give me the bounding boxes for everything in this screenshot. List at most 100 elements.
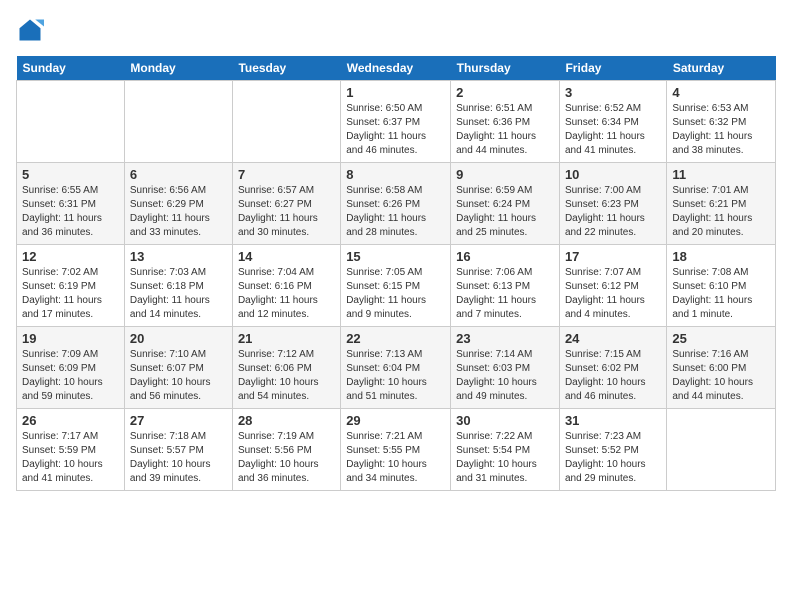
calendar-day-header: Thursday [451,56,560,81]
calendar-cell: 17 Sunrise: 7:07 AM Sunset: 6:12 PM Dayli… [559,245,666,327]
day-info: Sunrise: 7:23 AM Sunset: 5:52 PM Dayligh… [565,430,661,486]
calendar-cell: 23 Sunrise: 7:14 AM Sunset: 6:03 PM Dayli… [451,327,560,409]
day-info: Sunrise: 6:58 AM Sunset: 6:26 PM Dayligh… [346,184,445,240]
day-info: Sunrise: 7:00 AM Sunset: 6:23 PM Dayligh… [565,184,661,240]
calendar-cell: 7 Sunrise: 6:57 AM Sunset: 6:27 PM Daylig… [232,163,340,245]
calendar-cell: 3 Sunrise: 6:52 AM Sunset: 6:34 PM Daylig… [559,81,666,163]
calendar-cell: 1 Sunrise: 6:50 AM Sunset: 6:37 PM Daylig… [341,81,451,163]
calendar-cell: 19Sunrise: 7:09 AM Sunset: 6:09 PM Dayli… [17,327,125,409]
calendar-week-row: 5 Sunrise: 6:55 AM Sunset: 6:31 PM Daylig… [17,163,776,245]
day-info: Sunrise: 7:09 AM Sunset: 6:09 PM Dayligh… [22,348,119,404]
day-info: Sunrise: 6:56 AM Sunset: 6:29 PM Dayligh… [130,184,227,240]
calendar-cell: 18Sunrise: 7:08 AM Sunset: 6:10 PM Dayli… [667,245,776,327]
calendar-cell: 10 Sunrise: 7:00 AM Sunset: 6:23 PM Dayli… [559,163,666,245]
day-number: 21 [238,331,335,346]
day-number: 25 [672,331,770,346]
day-number: 28 [238,413,335,428]
day-info: Sunrise: 7:22 AM Sunset: 5:54 PM Dayligh… [456,430,554,486]
calendar-cell: 31 Sunrise: 7:23 AM Sunset: 5:52 PM Dayli… [559,409,666,491]
day-number: 4 [672,85,770,100]
header [16,16,776,44]
day-number: 23 [456,331,554,346]
day-info: Sunrise: 6:59 AM Sunset: 6:24 PM Dayligh… [456,184,554,240]
day-info: Sunrise: 7:19 AM Sunset: 5:56 PM Dayligh… [238,430,335,486]
day-info: Sunrise: 7:15 AM Sunset: 6:02 PM Dayligh… [565,348,661,404]
day-info: Sunrise: 7:06 AM Sunset: 6:13 PM Dayligh… [456,266,554,322]
day-number: 11 [672,167,770,182]
day-number: 10 [565,167,661,182]
day-number: 31 [565,413,661,428]
day-number: 27 [130,413,227,428]
calendar-cell: 6Sunrise: 6:56 AM Sunset: 6:29 PM Daylig… [124,163,232,245]
day-number: 22 [346,331,445,346]
day-number: 3 [565,85,661,100]
calendar-cell: 21 Sunrise: 7:12 AM Sunset: 6:06 PM Dayli… [232,327,340,409]
calendar-cell: 24 Sunrise: 7:15 AM Sunset: 6:02 PM Dayli… [559,327,666,409]
day-number: 13 [130,249,227,264]
calendar-day-header: Sunday [17,56,125,81]
day-number: 9 [456,167,554,182]
day-info: Sunrise: 6:53 AM Sunset: 6:32 PM Dayligh… [672,102,770,158]
calendar-table: SundayMondayTuesdayWednesdayThursdayFrid… [16,56,776,491]
day-number: 1 [346,85,445,100]
calendar-day-header: Saturday [667,56,776,81]
calendar-day-header: Wednesday [341,56,451,81]
calendar-cell [124,81,232,163]
calendar-cell: 28 Sunrise: 7:19 AM Sunset: 5:56 PM Dayli… [232,409,340,491]
calendar-week-row: 1 Sunrise: 6:50 AM Sunset: 6:37 PM Daylig… [17,81,776,163]
calendar-cell: 27 Sunrise: 7:18 AM Sunset: 5:57 PM Dayli… [124,409,232,491]
day-info: Sunrise: 6:57 AM Sunset: 6:27 PM Dayligh… [238,184,335,240]
day-info: Sunrise: 7:13 AM Sunset: 6:04 PM Dayligh… [346,348,445,404]
day-number: 18 [672,249,770,264]
day-number: 16 [456,249,554,264]
day-number: 29 [346,413,445,428]
day-number: 5 [22,167,119,182]
day-info: Sunrise: 7:18 AM Sunset: 5:57 PM Dayligh… [130,430,227,486]
day-info: Sunrise: 6:52 AM Sunset: 6:34 PM Dayligh… [565,102,661,158]
calendar-cell: 15 Sunrise: 7:05 AM Sunset: 6:15 PM Dayli… [341,245,451,327]
day-info: Sunrise: 6:51 AM Sunset: 6:36 PM Dayligh… [456,102,554,158]
calendar-cell: 29 Sunrise: 7:21 AM Sunset: 5:55 PM Dayli… [341,409,451,491]
calendar-cell [232,81,340,163]
day-number: 15 [346,249,445,264]
calendar-cell: 4 Sunrise: 6:53 AM Sunset: 6:32 PM Daylig… [667,81,776,163]
day-info: Sunrise: 6:55 AM Sunset: 6:31 PM Dayligh… [22,184,119,240]
day-info: Sunrise: 7:12 AM Sunset: 6:06 PM Dayligh… [238,348,335,404]
calendar-week-row: 19Sunrise: 7:09 AM Sunset: 6:09 PM Dayli… [17,327,776,409]
day-info: Sunrise: 7:01 AM Sunset: 6:21 PM Dayligh… [672,184,770,240]
calendar-cell: 22 Sunrise: 7:13 AM Sunset: 6:04 PM Dayli… [341,327,451,409]
day-info: Sunrise: 7:04 AM Sunset: 6:16 PM Dayligh… [238,266,335,322]
calendar-week-row: 26Sunrise: 7:17 AM Sunset: 5:59 PM Dayli… [17,409,776,491]
calendar-cell: 16 Sunrise: 7:06 AM Sunset: 6:13 PM Dayli… [451,245,560,327]
day-number: 24 [565,331,661,346]
day-info: Sunrise: 6:50 AM Sunset: 6:37 PM Dayligh… [346,102,445,158]
calendar-cell: 25 Sunrise: 7:16 AM Sunset: 6:00 PM Dayli… [667,327,776,409]
day-info: Sunrise: 7:05 AM Sunset: 6:15 PM Dayligh… [346,266,445,322]
calendar-cell: 30 Sunrise: 7:22 AM Sunset: 5:54 PM Dayli… [451,409,560,491]
calendar-cell: 20 Sunrise: 7:10 AM Sunset: 6:07 PM Dayli… [124,327,232,409]
day-info: Sunrise: 7:21 AM Sunset: 5:55 PM Dayligh… [346,430,445,486]
page: SundayMondayTuesdayWednesdayThursdayFrid… [0,0,792,612]
day-number: 14 [238,249,335,264]
day-number: 17 [565,249,661,264]
day-info: Sunrise: 7:14 AM Sunset: 6:03 PM Dayligh… [456,348,554,404]
calendar-day-header: Monday [124,56,232,81]
calendar-cell [17,81,125,163]
day-info: Sunrise: 7:02 AM Sunset: 6:19 PM Dayligh… [22,266,119,322]
calendar-day-header: Tuesday [232,56,340,81]
day-info: Sunrise: 7:10 AM Sunset: 6:07 PM Dayligh… [130,348,227,404]
calendar-cell: 9 Sunrise: 6:59 AM Sunset: 6:24 PM Daylig… [451,163,560,245]
calendar-cell: 5 Sunrise: 6:55 AM Sunset: 6:31 PM Daylig… [17,163,125,245]
day-number: 2 [456,85,554,100]
calendar-cell: 26Sunrise: 7:17 AM Sunset: 5:59 PM Dayli… [17,409,125,491]
day-number: 26 [22,413,119,428]
day-number: 30 [456,413,554,428]
day-number: 20 [130,331,227,346]
day-number: 7 [238,167,335,182]
logo-icon [16,16,44,44]
calendar-cell: 11 Sunrise: 7:01 AM Sunset: 6:21 PM Dayli… [667,163,776,245]
calendar-day-header: Friday [559,56,666,81]
day-info: Sunrise: 7:16 AM Sunset: 6:00 PM Dayligh… [672,348,770,404]
day-info: Sunrise: 7:07 AM Sunset: 6:12 PM Dayligh… [565,266,661,322]
logo [16,16,48,44]
